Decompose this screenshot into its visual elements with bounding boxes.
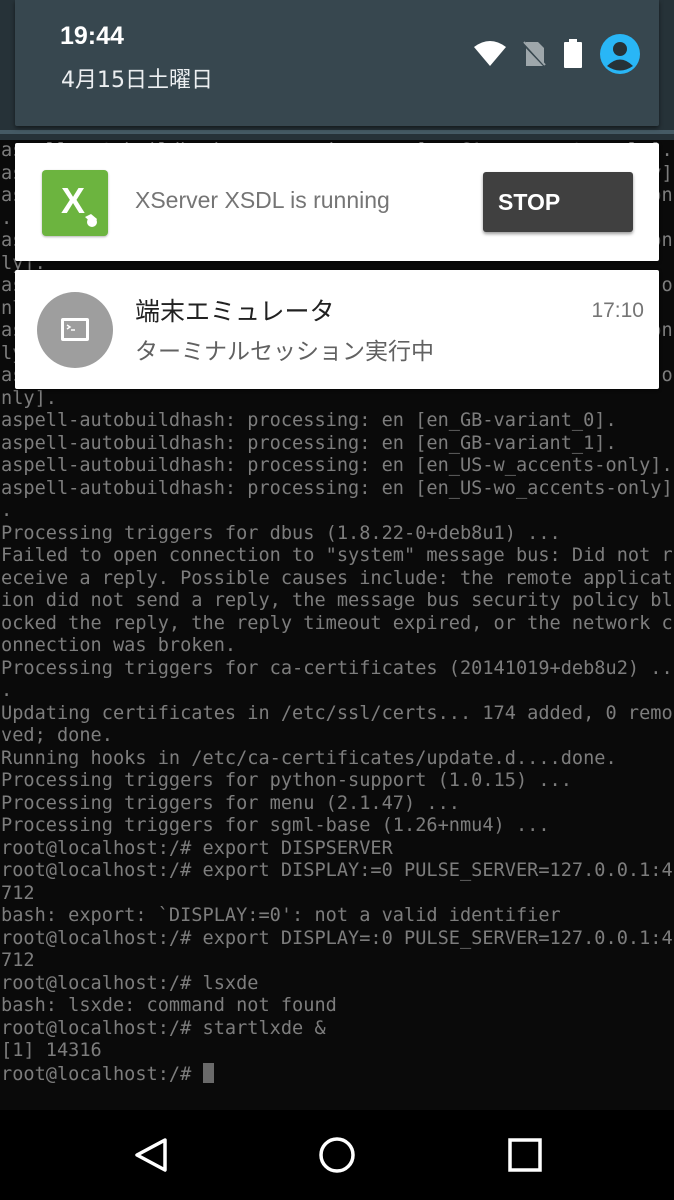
no-sim-icon: [522, 40, 548, 72]
terminal-line: bash: lsxde: command not found: [1, 995, 337, 1016]
status-icons: [473, 34, 657, 78]
terminal-line: [1] 14316: [1, 1040, 102, 1061]
navigation-bar: [0, 1110, 674, 1200]
xserver-xsdl-icon: X: [42, 170, 108, 236]
terminal-cursor: [202, 1062, 214, 1083]
terminal-line: 712: [1, 882, 35, 904]
notification-label: XServer XSDL is running: [135, 187, 390, 213]
terminal-prompt-line[interactable]: root@localhost:/#: [1, 1062, 674, 1086]
back-icon[interactable]: [132, 1135, 172, 1175]
notification-xserver-xsdl[interactable]: X XServer XSDL is running STOP: [15, 143, 659, 261]
terminal-line: Processing triggers for menu (2.1.47) ..…: [1, 792, 460, 814]
notification-subtitle: ターミナルセッション実行中: [135, 339, 434, 365]
notification-title: 端末エミュレータ: [135, 297, 335, 326]
terminal-prompt: root@localhost:/#: [1, 1063, 203, 1085]
terminal-line: Processing triggers for python-support (…: [1, 770, 572, 791]
terminal-line: aspell-autobuildhash: processing: en [en…: [1, 410, 617, 431]
terminal-line: ion did not send a reply, the message bu…: [1, 590, 673, 611]
wifi-icon: [473, 40, 507, 72]
notification-time: 17:10: [591, 299, 644, 322]
clock-date: 4月15日土曜日: [61, 68, 213, 93]
terminal-line: ved; done.: [1, 725, 113, 746]
notification-terminal-emulator[interactable]: 端末エミュレータ 17:10 ターミナルセッション実行中: [15, 270, 659, 389]
terminal-line: root@localhost:/# export DISPLAY=:0 PULS…: [1, 927, 673, 949]
terminal-line: Updating certificates in /etc/ssl/certs.…: [1, 702, 673, 724]
stop-button[interactable]: STOP: [483, 172, 633, 232]
terminal-line: .: [1, 500, 13, 521]
terminal-line: onnection was broken.: [1, 635, 237, 656]
terminal-line: root@localhost:/# export DISPLAY:=0 PULS…: [1, 860, 673, 881]
terminal-line: Processing triggers for ca-certificates …: [1, 657, 673, 679]
clock-time: 19:44: [60, 22, 124, 50]
terminal-line: ocked the reply, the reply timeout expir…: [1, 612, 673, 634]
home-icon[interactable]: [317, 1135, 357, 1175]
terminal-line: Running hooks in /etc/ca-certificates/up…: [1, 747, 617, 769]
terminal-line: .: [1, 680, 13, 701]
terminal-line: aspell-autobuildhash: processing: en [en…: [1, 455, 673, 476]
terminal-line: Processing triggers for sgml-base (1.26+…: [1, 815, 550, 836]
terminal-line: eceive a reply. Possible causes include:…: [1, 567, 673, 589]
terminal-line: aspell-autobuildhash: processing: en [en…: [1, 432, 617, 454]
battery-icon: [563, 39, 583, 73]
recents-icon[interactable]: [505, 1135, 545, 1175]
terminal-line: Failed to open connection to "system" me…: [1, 545, 673, 566]
terminal-line: root@localhost:/# export DISPSERVER: [1, 837, 393, 859]
terminal-icon: [37, 292, 113, 368]
quick-settings-header[interactable]: 19:44 4月15日土曜日: [15, 0, 659, 126]
terminal-line: aspell-autobuildhash: processing: en [en…: [1, 477, 673, 499]
terminal-line: nly].: [1, 387, 57, 409]
terminal-line: 712: [1, 950, 35, 971]
terminal-line: bash: export: `DISPLAY:=0': not a valid …: [1, 905, 561, 926]
terminal-line: root@localhost:/# lsxde: [1, 972, 259, 994]
shade-divider: [0, 130, 674, 134]
terminal-line: Processing triggers for dbus (1.8.22-0+d…: [1, 522, 561, 544]
terminal-line: root@localhost:/# startlxde &: [1, 1017, 326, 1039]
account-icon[interactable]: [599, 33, 641, 79]
